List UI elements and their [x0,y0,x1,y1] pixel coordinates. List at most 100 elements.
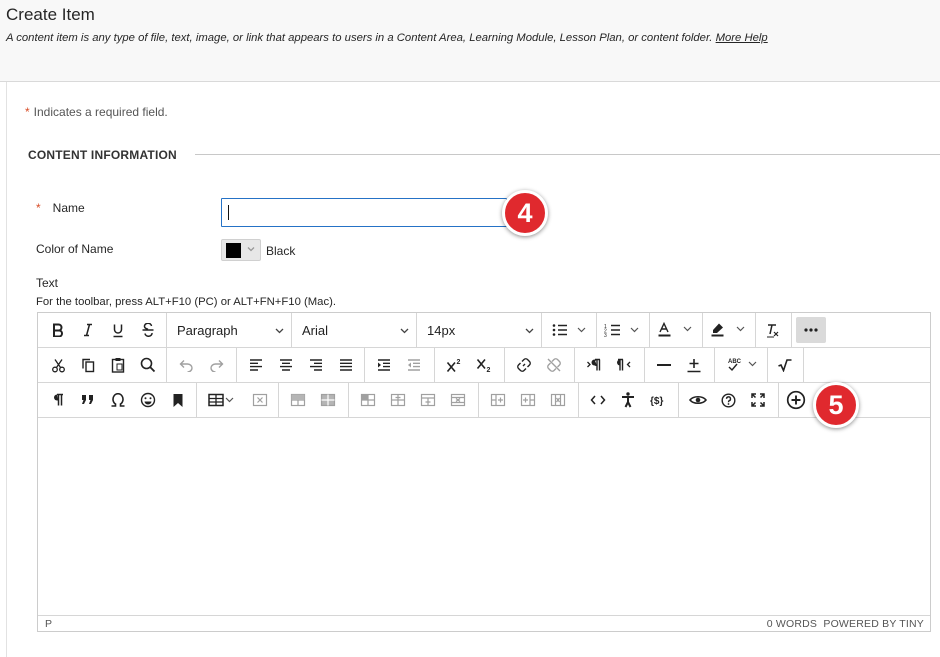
rich-text-editor: Paragraph Arial 14px 123 2 2 ABC {$} P 0… [37,312,931,632]
section-title: CONTENT INFORMATION [28,148,177,162]
left-to-right-icon[interactable] [579,352,609,378]
color-swatch [226,243,241,258]
svg-text:3: 3 [604,333,607,337]
fullscreen-icon[interactable] [743,387,773,413]
name-label-text: Name [52,201,85,215]
bullet-list-icon[interactable] [548,317,594,343]
element-path[interactable]: P [45,618,52,630]
outdent-icon[interactable] [399,352,429,378]
chevron-down-icon [244,244,258,257]
delete-table-icon[interactable] [245,387,275,413]
copy-icon[interactable] [73,352,103,378]
clear-formatting-icon[interactable] [758,317,788,343]
align-left-icon[interactable] [241,352,271,378]
paste-icon[interactable] [103,352,133,378]
bold-icon[interactable] [43,317,73,343]
link-icon[interactable] [509,352,539,378]
callout-badge-5: 5 [813,382,859,428]
more-options-icon[interactable] [796,317,826,343]
unlink-icon[interactable] [539,352,569,378]
horizontal-line-icon[interactable] [649,352,679,378]
required-marker: * [25,105,30,119]
right-to-left-icon[interactable] [609,352,639,378]
name-label: * Name [36,201,85,215]
svg-text:{$}: {$} [650,396,663,406]
chevron-down-icon [524,324,535,339]
redo-icon[interactable] [201,352,231,378]
source-code-icon[interactable] [583,387,613,413]
insert-row-before-icon[interactable] [413,387,443,413]
numbered-list-icon[interactable]: 123 [601,317,647,343]
template-variable-icon[interactable]: {$} [643,387,673,413]
statusbar-right: 0 WORDS POWERED BY TINY [767,618,924,630]
block-format-value: Paragraph [177,322,238,338]
underline-icon[interactable] [103,317,133,343]
blockquote-icon[interactable] [73,387,103,413]
page-description-text: A content item is any type of file, text… [6,32,713,44]
page-title: Create Item [6,5,95,24]
align-center-icon[interactable] [271,352,301,378]
color-picker-button[interactable] [221,239,261,261]
insert-column-after-icon[interactable] [513,387,543,413]
spellcheck-icon[interactable]: ABC [719,352,765,378]
subscript-icon[interactable]: 2 [469,352,499,378]
justify-icon[interactable] [331,352,361,378]
math-equation-icon[interactable] [770,352,800,378]
accessibility-icon[interactable] [613,387,643,413]
text-label: Text [36,276,59,290]
callout-badge-4: 4 [502,190,548,236]
text-caret [228,205,229,220]
font-family-select[interactable]: Arial [296,317,414,343]
highlight-color-icon[interactable] [707,317,753,343]
name-input[interactable] [221,198,507,227]
more-help-link[interactable]: More Help [716,32,768,44]
table-icon[interactable] [201,387,247,413]
chevron-down-icon [274,324,285,339]
table-row-props-icon[interactable] [283,387,313,413]
preview-eye-icon[interactable] [683,387,713,413]
align-right-icon[interactable] [301,352,331,378]
text-color-icon[interactable] [654,317,700,343]
insert-plus-line-icon[interactable] [679,352,709,378]
toolbar-hint: For the toolbar, press ALT+F10 (PC) or A… [36,296,337,308]
font-size-select[interactable]: 14px [421,317,539,343]
word-count: 0 WORDS [766,618,818,630]
block-format-select[interactable]: Paragraph [171,317,289,343]
strikethrough-icon[interactable] [133,317,163,343]
superscript-icon[interactable]: 2 [439,352,469,378]
page-description: A content item is any type of file, text… [6,32,768,44]
editor-statusbar: P 0 WORDS POWERED BY TINY [38,615,930,631]
delete-column-icon[interactable] [543,387,573,413]
italic-icon[interactable] [73,317,103,343]
emoticons-icon[interactable] [133,387,163,413]
help-icon[interactable] [713,387,743,413]
name-required-marker: * [36,201,41,215]
indent-icon[interactable] [369,352,399,378]
required-note: * Indicates a required field. [25,105,168,119]
table-cell-props-icon[interactable] [313,387,343,413]
toolbar-row-3: {$} [38,383,930,418]
add-content-icon[interactable] [781,387,811,413]
powered-by-tiny[interactable]: POWERED BY TINY [823,618,924,630]
undo-icon[interactable] [171,352,201,378]
cut-icon[interactable] [43,352,73,378]
editor-content-area[interactable] [38,418,930,615]
svg-text:ABC: ABC [728,359,742,365]
special-character-icon[interactable] [103,387,133,413]
search-icon[interactable] [133,352,163,378]
svg-text:2: 2 [486,367,490,373]
section-divider [195,154,940,155]
merge-cells-icon[interactable] [353,387,383,413]
split-cells-icon[interactable] [383,387,413,413]
paragraph-icon[interactable] [43,387,73,413]
insert-column-before-icon[interactable] [483,387,513,413]
delete-row-icon[interactable] [443,387,473,413]
page-header: Create Item A content item is any type o… [0,0,940,82]
color-of-name-label: Color of Name [36,242,114,256]
font-size-value: 14px [427,322,456,338]
svg-text:2: 2 [456,359,460,366]
required-note-text: Indicates a required field. [33,105,168,119]
color-value: Black [266,244,296,258]
toolbar-row-1: Paragraph Arial 14px 123 [38,313,930,348]
bookmark-icon[interactable] [163,387,193,413]
